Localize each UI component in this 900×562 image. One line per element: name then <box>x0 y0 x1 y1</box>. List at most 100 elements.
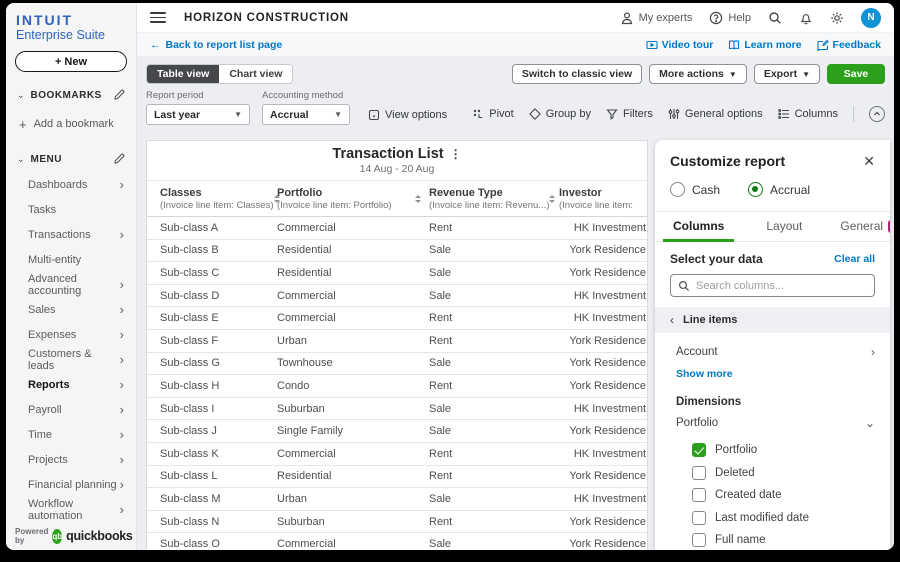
user-avatar[interactable]: N <box>861 8 881 28</box>
bookmarks-header[interactable]: ⌄ BOOKMARKS <box>6 84 136 106</box>
sort-icon[interactable] <box>549 195 555 203</box>
help-button[interactable]: Help <box>709 11 751 25</box>
clear-all-link[interactable]: Clear all <box>834 253 875 265</box>
table-cell: Sub-class D <box>147 290 277 302</box>
search-columns-box[interactable] <box>670 274 875 297</box>
edit-pencil-icon[interactable] <box>113 153 125 165</box>
sidebar-item-projects[interactable]: Projects› <box>6 447 136 472</box>
add-bookmark-button[interactable]: + Add a bookmark <box>6 112 136 136</box>
tab-table-view[interactable]: Table view <box>147 65 219 83</box>
report-period-select[interactable]: Last year ▼ <box>146 104 250 125</box>
table-row[interactable]: Sub-class KCommercialRentHK Investment <box>147 443 647 466</box>
table-row[interactable]: Sub-class OCommercialSaleYork Residence <box>147 533 647 550</box>
radio-accrual[interactable]: Accrual <box>748 182 810 197</box>
video-tour-link[interactable]: Video tour <box>646 39 714 51</box>
menu-header[interactable]: ⌄ MENU <box>6 148 136 170</box>
new-button[interactable]: + New <box>15 51 127 72</box>
table-cell: Rent <box>429 448 559 460</box>
column-header-portfolio[interactable]: Portfolio(Invoice line item: Portfolio) <box>277 181 429 216</box>
table-row[interactable]: Sub-class HCondoRentYork Residence <box>147 375 647 398</box>
table-row[interactable]: Sub-class CResidentialSaleYork Residence <box>147 262 647 285</box>
show-more-link[interactable]: Show more <box>676 368 733 380</box>
sidebar-item-customers-leads[interactable]: Customers & leads› <box>6 347 136 372</box>
search-columns-input[interactable] <box>696 280 867 292</box>
table-row[interactable]: Sub-class BResidentialSaleYork Residence <box>147 240 647 263</box>
radio-cash[interactable]: Cash <box>670 182 720 197</box>
checkbox-option-last-modified-date[interactable]: Last modified date <box>670 507 875 530</box>
checkbox-option-portfolio[interactable]: Portfolio <box>670 439 875 462</box>
filters-button[interactable]: Filters <box>606 108 653 120</box>
pivot-button[interactable]: Pivot <box>472 108 513 120</box>
close-icon[interactable]: ✕ <box>863 154 875 168</box>
table-row[interactable]: Sub-class LResidentialRentYork Residence <box>147 466 647 489</box>
settings-gear-icon[interactable] <box>830 11 844 25</box>
export-button[interactable]: Export▼ <box>754 64 820 84</box>
tab-chart-view[interactable]: Chart view <box>219 65 292 83</box>
sidebar-item-tasks[interactable]: Tasks <box>6 197 136 222</box>
sidebar-item-multi-entity[interactable]: Multi-entity <box>6 247 136 272</box>
table-row[interactable]: Sub-class FUrbanRentYork Residence <box>147 330 647 353</box>
tab-columns[interactable]: Columns <box>663 212 734 241</box>
columns-button[interactable]: Columns <box>778 108 838 120</box>
table-cell: York Residence <box>559 357 647 369</box>
table-row[interactable]: Sub-class ECommercialRentHK Investment <box>147 307 647 330</box>
sidebar-item-time[interactable]: Time› <box>6 422 136 447</box>
more-actions-button[interactable]: More actions▼ <box>649 64 747 84</box>
edit-pencil-icon[interactable] <box>113 89 125 101</box>
checkbox-unchecked-icon[interactable] <box>692 511 706 525</box>
sort-icon[interactable] <box>415 195 421 203</box>
table-row[interactable]: Sub-class ISuburbanSaleHK Investment <box>147 398 647 421</box>
sidebar-item-expenses[interactable]: Expenses› <box>6 322 136 347</box>
sidebar-item-financial-planning[interactable]: Financial planning› <box>6 472 136 497</box>
line-items-section-header[interactable]: ‹ Line items <box>655 307 890 333</box>
general-options-button[interactable]: General options <box>668 108 763 120</box>
report-period-label: Report period <box>146 90 250 101</box>
checkbox-unchecked-icon[interactable] <box>692 533 706 547</box>
hamburger-menu-icon[interactable] <box>150 9 166 26</box>
report-subheader: ← Back to report list page Video tour Le… <box>137 33 894 56</box>
search-icon[interactable] <box>768 11 782 25</box>
switch-classic-view-button[interactable]: Switch to classic view <box>512 64 642 84</box>
learn-more-link[interactable]: Learn more <box>728 39 801 51</box>
tab-layout[interactable]: Layout <box>756 212 812 241</box>
sidebar-item-payroll[interactable]: Payroll› <box>6 397 136 422</box>
table-row[interactable]: Sub-class NSuburbanRentYork Residence <box>147 511 647 534</box>
sidebar-item-dashboards[interactable]: Dashboards› <box>6 172 136 197</box>
checkbox-unchecked-icon[interactable] <box>692 488 706 502</box>
tab-general[interactable]: General NEW <box>830 212 890 241</box>
table-row[interactable]: Sub-class MUrbanSaleHK Investment <box>147 488 647 511</box>
my-experts-button[interactable]: My experts <box>620 11 693 25</box>
back-to-report-list-link[interactable]: ← Back to report list page <box>150 39 282 51</box>
table-cell: Sub-class N <box>147 516 277 528</box>
checkbox-option-full-name[interactable]: Full name <box>670 529 875 550</box>
notifications-bell-icon[interactable] <box>799 11 813 25</box>
view-options-button[interactable]: View options <box>368 109 447 121</box>
table-row[interactable]: Sub-class DCommercialSaleHK Investment <box>147 285 647 308</box>
collapse-toolbar-button[interactable] <box>869 106 885 122</box>
sidebar-item-workflow-automation[interactable]: Workflow automation› <box>6 497 136 522</box>
sidebar-item-advanced-accounting[interactable]: Advanced accounting› <box>6 272 136 297</box>
radio-accrual-label: Accrual <box>770 183 810 197</box>
account-item[interactable]: Account › <box>670 340 875 364</box>
report-kebab-menu[interactable]: ⋮ <box>450 147 462 161</box>
column-header-investor[interactable]: Investor(Invoice line item: <box>559 181 647 216</box>
checkbox-checked-icon[interactable] <box>692 443 706 457</box>
accounting-method-select[interactable]: Accrual ▼ <box>262 104 350 125</box>
chevron-down-icon: ⌄ <box>865 416 875 430</box>
table-row[interactable]: Sub-class GTownhouseSaleYork Residence <box>147 353 647 376</box>
checkbox-option-deleted[interactable]: Deleted <box>670 462 875 485</box>
table-row[interactable]: Sub-class JSingle FamilySaleYork Residen… <box>147 420 647 443</box>
feedback-link[interactable]: Feedback <box>817 39 881 51</box>
column-header-revenue-type[interactable]: Revenue Type(Invoice line item: Revenu..… <box>429 181 559 216</box>
column-header-classes[interactable]: Classes(Invoice line item: Classes) <box>147 181 277 216</box>
portfolio-group-row[interactable]: Portfolio ⌄ <box>670 411 875 435</box>
group-by-button[interactable]: Group by <box>529 108 591 120</box>
sidebar-item-reports[interactable]: Reports› <box>6 372 136 397</box>
save-button[interactable]: Save <box>827 64 885 84</box>
sidebar-item-transactions[interactable]: Transactions› <box>6 222 136 247</box>
checkbox-option-created-date[interactable]: Created date <box>670 484 875 507</box>
checkbox-unchecked-icon[interactable] <box>692 466 706 480</box>
sidebar-item-sales[interactable]: Sales› <box>6 297 136 322</box>
intuit-logo: INTUIT Enterprise Suite <box>6 3 136 44</box>
table-row[interactable]: Sub-class ACommercialRentHK Investment <box>147 217 647 240</box>
